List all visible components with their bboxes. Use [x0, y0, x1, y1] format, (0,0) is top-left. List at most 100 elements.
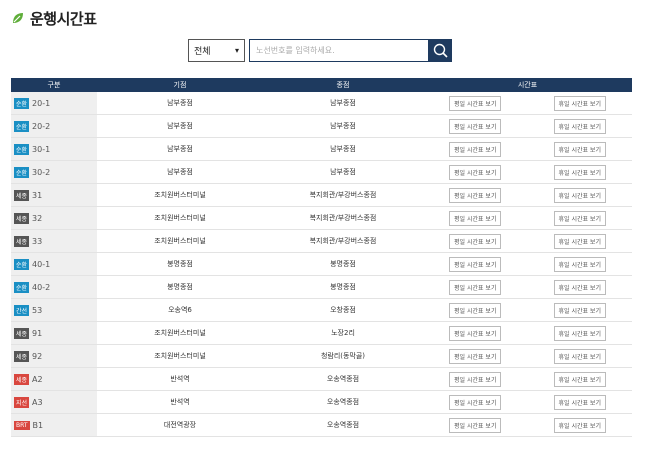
weekday-timetable-button[interactable]: 평일 시간표 보기 — [449, 95, 502, 111]
route-type-select[interactable]: 전체 ▾ — [188, 39, 245, 62]
header-timetable: 시간표 — [423, 78, 632, 92]
table-row: 지선 A3 반석역 오송역종점 평일 시간표 보기 휴일 시간표 보기 — [11, 390, 632, 414]
route-number: 33 — [32, 236, 43, 246]
holiday-timetable-button[interactable]: 휴일 시간표 보기 — [553, 95, 606, 111]
route-type-badge: 순환 — [14, 281, 30, 293]
route-type-badge: 순환 — [14, 120, 30, 132]
start-stop: 남부종점 — [97, 114, 263, 138]
weekday-timetable-button[interactable]: 평일 시간표 보기 — [449, 371, 502, 387]
start-stop: 봉명종점 — [97, 252, 263, 276]
end-stop: 오창종점 — [263, 298, 423, 322]
end-stop: 봉명종점 — [263, 252, 423, 276]
route-type-badge: 세종 — [14, 189, 30, 201]
route-type-badge: BRT — [14, 420, 30, 430]
start-stop: 조치원버스터미널 — [97, 183, 263, 207]
timetable-buttons: 평일 시간표 보기 휴일 시간표 보기 — [423, 229, 632, 253]
route-type-badge: 간선 — [14, 304, 30, 316]
weekday-timetable-button[interactable]: 평일 시간표 보기 — [449, 118, 502, 134]
holiday-timetable-button[interactable]: 휴일 시간표 보기 — [553, 187, 606, 203]
holiday-timetable-button[interactable]: 휴일 시간표 보기 — [553, 348, 606, 364]
route-cell: 순환 30-2 — [11, 160, 97, 184]
holiday-timetable-button[interactable]: 휴일 시간표 보기 — [553, 164, 606, 180]
header-type: 구분 — [11, 78, 97, 92]
route-number: 31 — [32, 190, 43, 200]
holiday-timetable-button[interactable]: 휴일 시간표 보기 — [553, 394, 606, 410]
route-number: 20-2 — [32, 121, 51, 131]
table-row: 세종 33 조치원버스터미널 복지회관/부강버스종점 평일 시간표 보기 휴일 시간표 보… — [11, 229, 632, 253]
start-stop: 반석역 — [97, 367, 263, 391]
end-stop: 남부종점 — [263, 114, 423, 138]
table-row: 간선 53 오송역6 오창종점 평일 시간표 보기 휴일 시간표 보기 — [11, 298, 632, 322]
route-cell: 순환 30-1 — [11, 137, 97, 161]
route-type-badge: 순환 — [14, 97, 30, 109]
route-cell: BRT B1 — [11, 413, 97, 437]
weekday-timetable-button[interactable]: 평일 시간표 보기 — [449, 417, 502, 433]
table-header-row: 구분 기점 종점 시간표 — [11, 78, 632, 92]
timetable-buttons: 평일 시간표 보기 휴일 시간표 보기 — [423, 206, 632, 230]
holiday-timetable-button[interactable]: 휴일 시간표 보기 — [553, 210, 606, 226]
search-button[interactable] — [429, 39, 452, 62]
chevron-down-icon: ▾ — [234, 46, 239, 55]
route-number: 20-1 — [32, 98, 51, 108]
table-row: BRT B1 대전역광장 오송역종점 평일 시간표 보기 휴일 시간표 보기 — [11, 413, 632, 437]
table-row: 세종 A2 반석역 오송역종점 평일 시간표 보기 휴일 시간표 보기 — [11, 367, 632, 391]
route-number-input[interactable]: 노선번호를 입력하세요. — [249, 39, 429, 62]
holiday-timetable-button[interactable]: 휴일 시간표 보기 — [553, 302, 606, 318]
timetable-buttons: 평일 시간표 보기 휴일 시간표 보기 — [423, 321, 632, 345]
timetable-table: 구분 기점 종점 시간표 순환 20-1 남부종점 남부종점 평일 시간표 보기 휴일 시… — [11, 78, 632, 437]
weekday-timetable-button[interactable]: 평일 시간표 보기 — [449, 141, 502, 157]
end-stop: 오송역종점 — [263, 390, 423, 414]
leaf-icon — [13, 13, 23, 23]
route-cell: 순환 20-1 — [11, 92, 97, 115]
route-type-badge: 순환 — [14, 166, 30, 178]
weekday-timetable-button[interactable]: 평일 시간표 보기 — [449, 348, 502, 364]
end-stop: 복지회관/부강버스종점 — [263, 206, 423, 230]
start-stop: 남부종점 — [97, 137, 263, 161]
timetable-buttons: 평일 시간표 보기 휴일 시간표 보기 — [423, 298, 632, 322]
start-stop: 오송역6 — [97, 298, 263, 322]
route-number: 40-1 — [32, 259, 51, 269]
table-row: 세종 92 조치원버스터미널 청람리(동막골) 평일 시간표 보기 휴일 시간표 보기 — [11, 344, 632, 368]
weekday-timetable-button[interactable]: 평일 시간표 보기 — [449, 394, 502, 410]
timetable-buttons: 평일 시간표 보기 휴일 시간표 보기 — [423, 413, 632, 437]
holiday-timetable-button[interactable]: 휴일 시간표 보기 — [553, 233, 606, 249]
weekday-timetable-button[interactable]: 평일 시간표 보기 — [449, 210, 502, 226]
route-cell: 순환 40-1 — [11, 252, 97, 276]
weekday-timetable-button[interactable]: 평일 시간표 보기 — [449, 233, 502, 249]
table-row: 세종 32 조치원버스터미널 복지회관/부강버스종점 평일 시간표 보기 휴일 시간표 보… — [11, 206, 632, 230]
start-stop: 조치원버스터미널 — [97, 321, 263, 345]
end-stop: 청람리(동막골) — [263, 344, 423, 368]
weekday-timetable-button[interactable]: 평일 시간표 보기 — [449, 279, 502, 295]
route-number: 53 — [32, 305, 43, 315]
route-number: B1 — [32, 420, 44, 430]
timetable-buttons: 평일 시간표 보기 휴일 시간표 보기 — [423, 183, 632, 207]
start-stop: 조치원버스터미널 — [97, 344, 263, 368]
end-stop: 남부종점 — [263, 160, 423, 184]
header-start: 기점 — [97, 78, 263, 92]
route-type-badge: 지선 — [14, 396, 30, 408]
weekday-timetable-button[interactable]: 평일 시간표 보기 — [449, 187, 502, 203]
weekday-timetable-button[interactable]: 평일 시간표 보기 — [449, 302, 502, 318]
route-number: 32 — [32, 213, 43, 223]
weekday-timetable-button[interactable]: 평일 시간표 보기 — [449, 256, 502, 272]
holiday-timetable-button[interactable]: 휴일 시간표 보기 — [553, 279, 606, 295]
route-number: 92 — [32, 351, 43, 361]
holiday-timetable-button[interactable]: 휴일 시간표 보기 — [553, 371, 606, 387]
end-stop: 남부종점 — [263, 92, 423, 115]
holiday-timetable-button[interactable]: 휴일 시간표 보기 — [553, 118, 606, 134]
timetable-buttons: 평일 시간표 보기 휴일 시간표 보기 — [423, 92, 632, 115]
route-type-badge: 세종 — [14, 350, 30, 362]
table-row: 순환 30-1 남부종점 남부종점 평일 시간표 보기 휴일 시간표 보기 — [11, 137, 632, 161]
timetable-buttons: 평일 시간표 보기 휴일 시간표 보기 — [423, 344, 632, 368]
weekday-timetable-button[interactable]: 평일 시간표 보기 — [449, 325, 502, 341]
holiday-timetable-button[interactable]: 휴일 시간표 보기 — [553, 256, 606, 272]
holiday-timetable-button[interactable]: 휴일 시간표 보기 — [553, 417, 606, 433]
holiday-timetable-button[interactable]: 휴일 시간표 보기 — [553, 325, 606, 341]
route-number: 91 — [32, 328, 43, 338]
end-stop: 남부종점 — [263, 137, 423, 161]
holiday-timetable-button[interactable]: 휴일 시간표 보기 — [553, 141, 606, 157]
route-cell: 세종 91 — [11, 321, 97, 345]
route-type-badge: 순환 — [14, 258, 30, 270]
weekday-timetable-button[interactable]: 평일 시간표 보기 — [449, 164, 502, 180]
timetable-buttons: 평일 시간표 보기 휴일 시간표 보기 — [423, 390, 632, 414]
